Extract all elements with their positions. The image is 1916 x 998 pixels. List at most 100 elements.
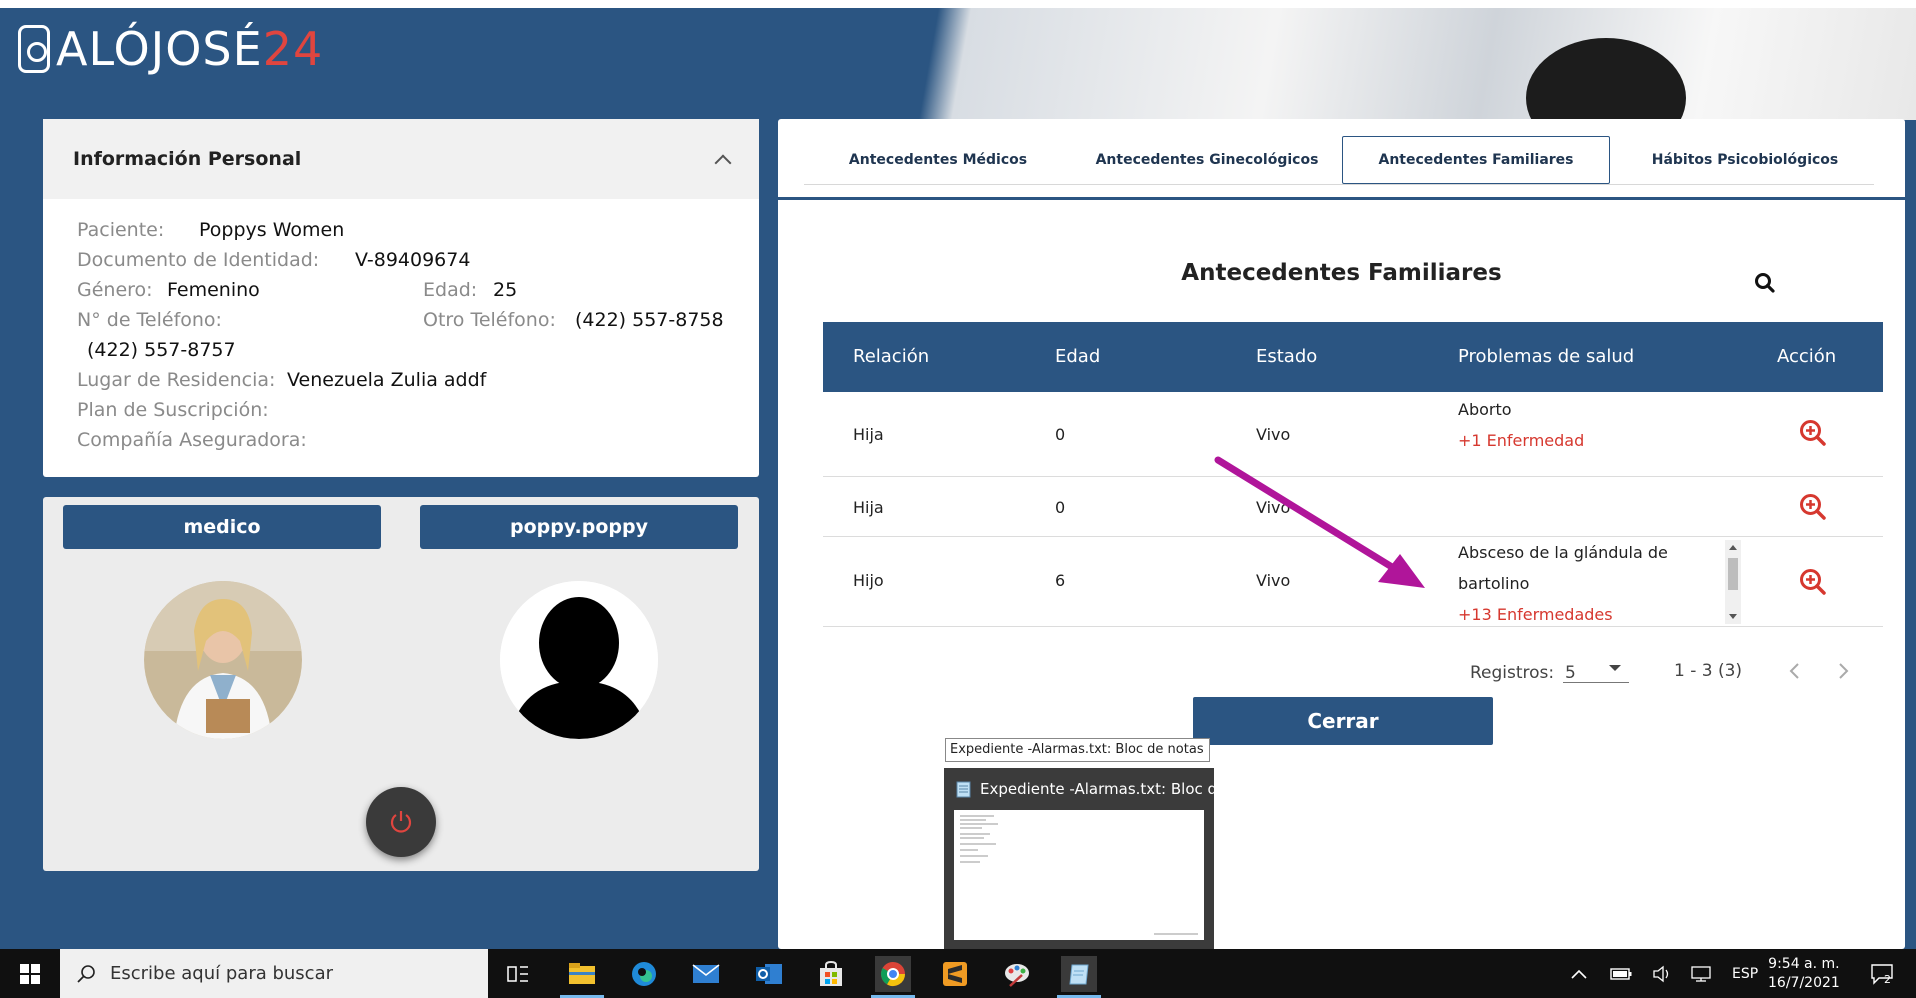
section-title: Antecedentes Familiares [1181,260,1502,286]
sublime-text-icon[interactable] [937,956,973,992]
telefono-label: N° de Teléfono: [77,309,222,331]
close-button[interactable]: Cerrar [1193,697,1493,745]
edge-icon[interactable] [626,956,662,992]
tab-habitos-psicobiologicos[interactable]: Hábitos Psicobiológicos [1611,136,1879,184]
residencia-value: Venezuela Zulia addf [287,369,487,391]
tab-bar: Antecedentes Médicos Antecedentes Gineco… [778,119,1905,200]
file-explorer-icon[interactable] [564,956,600,992]
zoom-in-icon[interactable] [1799,493,1827,521]
network-icon[interactable] [1690,949,1714,998]
patient-avatar [500,581,658,739]
page-size-select[interactable]: 5 [1563,653,1629,683]
header-banner [840,8,1916,158]
search-icon [77,964,95,983]
chevron-right-icon[interactable] [1836,661,1850,681]
chevron-left-icon[interactable] [1788,661,1802,681]
scroll-thumb[interactable] [1728,558,1738,590]
page-size-value: 5 [1565,663,1576,683]
tab-antecedentes-ginecologicos[interactable]: Antecedentes Ginecológicos [1073,136,1341,184]
task-view-icon[interactable] [500,956,536,992]
cell-relacion: Hijo [853,571,884,590]
stethoscope-icon [18,25,50,73]
tab-antecedentes-familiares[interactable]: Antecedentes Familiares [1342,136,1610,184]
aseguradora-label: Compañía Aseguradora: [77,429,307,451]
plan-label: Plan de Suscripción: [77,399,269,421]
cell-edad: 0 [1055,425,1066,444]
windows-logo-icon [20,963,40,984]
doctor-user-button[interactable]: medico [63,505,381,549]
logo-number: 24 [262,22,324,76]
header-problemas[interactable]: Problemas de salud [1458,346,1634,367]
scroll-down-arrow-icon[interactable] [1729,614,1737,619]
cell-problema: Absceso de la glándula de [1458,543,1668,562]
thumbnail-title: Expediente -Alarmas.txt: Bloc d... [980,780,1232,798]
start-button[interactable] [0,949,60,998]
cell-relacion: Hija [853,498,884,517]
notepad-icon [956,781,971,798]
dropdown-arrow-icon [1609,665,1621,671]
edad-value: 25 [493,279,518,301]
zoom-in-icon[interactable] [1799,568,1827,596]
genero-value: Femenino [167,279,260,301]
taskbar-tooltip: Expediente -Alarmas.txt: Bloc de notas [945,738,1210,762]
tab-antecedentes-medicos[interactable]: Antecedentes Médicos [804,136,1072,184]
documento-label: Documento de Identidad: [77,249,320,271]
clock-date: 16/7/2021 [1768,975,1840,991]
patient-user-button[interactable]: poppy.poppy [420,505,738,549]
notepad-icon[interactable] [1061,956,1097,992]
cell-problema-line2: bartolino [1458,574,1530,593]
header-accion: Acción [1777,346,1837,367]
registros-label: Registros: [1470,663,1555,683]
chevron-up-icon[interactable] [714,154,732,172]
cell-scrollbar[interactable] [1725,540,1741,624]
video-call-panel: medico poppy.poppy [43,497,759,871]
paciente-label: Paciente: [77,219,165,241]
mail-icon[interactable] [688,956,724,992]
scroll-up-arrow-icon[interactable] [1729,545,1737,550]
header-edad[interactable]: Edad [1055,346,1100,367]
header-estado[interactable]: Estado [1256,346,1317,367]
personal-info-title: Información Personal [73,148,302,170]
chrome-icon[interactable] [875,956,911,992]
outlook-icon[interactable] [751,956,787,992]
clock-time: 9:54 a. m. [1768,956,1840,972]
taskbar-clock[interactable]: 9:54 a. m. 16/7/2021 [1768,955,1840,993]
show-hidden-icons-icon[interactable] [1570,949,1588,998]
search-icon[interactable] [1754,272,1776,294]
header-relacion[interactable]: Relación [853,346,929,367]
paint-icon[interactable] [999,956,1035,992]
language-indicator[interactable]: ESP [1732,949,1758,998]
paciente-value: Poppys Women [199,219,345,241]
personal-info-header[interactable]: Información Personal [43,119,759,199]
browser-strip [0,0,1916,8]
otro-telefono-label: Otro Teléfono: [423,309,556,331]
taskbar-search[interactable]: Escribe aquí para buscar [60,949,488,998]
cell-estado: Vivo [1256,425,1291,444]
power-button[interactable] [366,787,436,857]
genero-label: Género: [77,279,153,301]
more-diseases-link[interactable]: +1 Enfermedad [1458,431,1584,450]
table-header: Relación Edad Estado Problemas de salud … [823,322,1883,392]
cell-relacion: Hija [853,425,884,444]
more-diseases-link[interactable]: +13 Enfermedades [1458,605,1613,624]
taskbar-search-placeholder: Escribe aquí para buscar [110,963,334,984]
power-icon [390,811,412,833]
personal-info-card: Información Personal Paciente: Poppys Wo… [43,119,759,477]
logo-text: ALÓJOSÉ [56,22,263,76]
zoom-in-icon[interactable] [1799,419,1827,447]
notifications-button[interactable]: 2 [1870,949,1894,998]
app-logo[interactable]: ALÓJOSÉ24 [18,22,323,76]
doctor-avatar [144,581,302,739]
cell-edad: 0 [1055,498,1066,517]
residencia-label: Lugar de Residencia: [77,369,276,391]
telefono-value: (422) 557-8757 [87,339,236,361]
page-range: 1 - 3 (3) [1674,661,1743,681]
thumbnail-preview [954,810,1204,940]
cell-edad: 6 [1055,571,1066,590]
battery-icon[interactable] [1610,949,1632,998]
edad-label: Edad: [423,279,478,301]
notepad-thumbnail[interactable]: Expediente -Alarmas.txt: Bloc d... [944,768,1231,949]
documento-value: V-89409674 [355,249,471,271]
store-icon[interactable] [813,956,849,992]
volume-icon[interactable] [1652,949,1674,998]
